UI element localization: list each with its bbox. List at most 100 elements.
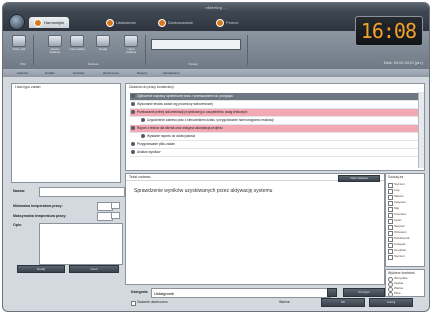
task-type-list-header: Lista typu zadań	[15, 85, 41, 89]
editor-tab-button[interactable]: Opis zadania	[338, 175, 380, 182]
tab-harmonijek[interactable]: Harmonijek	[29, 17, 70, 28]
subtab-kontakty[interactable]: Kontakty	[73, 71, 85, 75]
task-icon	[141, 134, 145, 138]
month-checkbox[interactable]	[388, 249, 393, 254]
month-checkbox[interactable]	[388, 237, 393, 242]
cancel-button[interactable]: Anuluj	[369, 298, 413, 307]
task-row[interactable]: Przygotowanie pliku zadań	[130, 141, 423, 149]
task-row-text: Uzgodnienie zakresu prac z kierownikiem …	[147, 118, 274, 122]
new-file-icon	[12, 35, 26, 47]
desc-field[interactable]	[39, 223, 123, 265]
month-checkbox[interactable]	[388, 183, 393, 188]
month-checkbox[interactable]	[388, 213, 393, 218]
month-label: Marzec	[394, 194, 404, 198]
add-type-button[interactable]: Dodaj	[17, 265, 65, 273]
group-label-files: Pliki	[20, 62, 26, 66]
context-radio[interactable]	[388, 292, 393, 297]
tab-ustawienia[interactable]: Ustawienia	[101, 17, 141, 28]
category-field[interactable]	[151, 288, 331, 298]
clock-time: 16:08	[360, 19, 417, 43]
button-label: Nowy plik	[12, 47, 26, 51]
task-icon	[131, 110, 135, 114]
tab-pomoc[interactable]: Pomoc	[211, 17, 243, 28]
tab-label: Harmonijek	[44, 20, 65, 25]
month-label: Czerwiec	[394, 212, 407, 216]
task-type-list[interactable]: Lista typu zadań	[11, 83, 121, 183]
task-icon	[131, 142, 135, 146]
name-field[interactable]	[39, 187, 125, 197]
task-list-button[interactable]: Lista zadań	[69, 35, 85, 57]
month-label: Maj	[394, 206, 399, 210]
month-checkbox[interactable]	[388, 255, 393, 260]
min-temp-stepper[interactable]	[111, 202, 120, 209]
month-checkbox[interactable]	[388, 219, 393, 224]
search-input[interactable]	[151, 39, 241, 50]
task-row[interactable]: Analiza wyników	[130, 149, 423, 157]
month-label: Październik	[394, 236, 410, 240]
task-list-scrollbar[interactable]	[418, 92, 424, 168]
task-icon	[131, 126, 135, 130]
done-label: Zadanie ukończono	[137, 300, 168, 304]
new-file-button[interactable]: Nowy plik	[11, 35, 27, 57]
task-row[interactable]: Przekazanie pełnej dokumentacji projekto…	[130, 109, 423, 117]
month-checkbox[interactable]	[388, 201, 393, 206]
priority-button[interactable]: Priorytet	[343, 288, 385, 297]
save-collection-button[interactable]: Zapisz kolekcje	[47, 35, 63, 57]
month-checkbox[interactable]	[388, 207, 393, 212]
tab-dostosowanie[interactable]: Dostosowanie	[153, 17, 198, 28]
app-menu-orb-icon[interactable]	[9, 14, 25, 30]
task-row[interactable]: Wykonanie testów zadań wg procedury wdro…	[130, 101, 423, 109]
context-label: Ważne	[394, 286, 404, 290]
task-row[interactable]: Zgłoszenie naprawy systemowej wraz z prz…	[130, 93, 423, 101]
month-checkbox[interactable]	[388, 195, 393, 200]
month-label: Kwiecień	[394, 200, 407, 204]
subtab-zadania[interactable]: Zadania	[17, 71, 28, 75]
month-label: Grudzień	[394, 248, 407, 252]
month-label: Sierpień	[394, 224, 406, 228]
subtab-zarzadzanie[interactable]: Zarządzanie	[163, 71, 180, 75]
month-checkbox[interactable]	[388, 225, 393, 230]
month-checkbox[interactable]	[388, 231, 393, 236]
task-list-panel: Zadania do pracy konstrukcji Zgłoszenie …	[125, 83, 425, 171]
month-label: Wrzesień	[394, 230, 407, 234]
delete-type-button[interactable]: Usuń	[69, 265, 119, 273]
category-label: Kategoria:	[131, 290, 149, 294]
task-editor[interactable]: Tekst zadania Opis zadania Sprawdzenie w…	[125, 173, 385, 285]
category-dropdown-button[interactable]	[327, 288, 337, 297]
save-icon	[48, 35, 62, 47]
add-icon	[96, 35, 110, 47]
task-row-text: Analiza wyników	[137, 150, 161, 154]
max-temp-stepper[interactable]	[111, 212, 120, 219]
done-checkbox[interactable]	[131, 301, 136, 306]
add-task-button[interactable]: Dodaj	[95, 35, 111, 57]
subtab-raporty[interactable]: Raporty	[137, 71, 148, 75]
delete-task-button[interactable]: Usuń zadanie	[123, 35, 139, 57]
button-label: Dodaj	[99, 47, 107, 51]
sub-tabs: Zadania Notatki Kontakty Wydarzenia Rapo…	[3, 69, 429, 77]
task-icon	[131, 102, 135, 106]
editor-content[interactable]: Sprawdzenie wyników uzyskiwanych przez a…	[134, 188, 272, 194]
tab-dostosowanie-icon	[158, 18, 166, 27]
title-bar: eMeeting ...	[3, 3, 429, 13]
tab-harmonijek-icon	[34, 18, 42, 27]
task-row-text: Wysłanie raportu do działu jakości	[147, 134, 196, 138]
context-label: Wszystkie	[394, 276, 408, 280]
task-row[interactable]: Raport z testów dla klienta oraz wstępna…	[130, 125, 423, 133]
task-row-text: Przygotowanie pliku zadań	[137, 142, 175, 146]
task-row[interactable]: Wysłanie raportu do działu jakości	[140, 133, 423, 141]
context-label: Zwykłe	[394, 281, 404, 285]
subtab-wydarzenia[interactable]: Wydarzenia	[103, 71, 119, 75]
tab-label: Ustawienia	[116, 20, 136, 25]
month-checkbox[interactable]	[388, 243, 393, 248]
progress-label: Ważne	[279, 300, 290, 304]
task-row[interactable]: Uzgodnienie zakresu prac z kierownikiem …	[140, 117, 423, 125]
task-row-text: Raport z testów dla klienta oraz wstępna…	[137, 126, 223, 130]
subtab-notatki[interactable]: Notatki	[45, 71, 54, 75]
month-label: Styczeń	[394, 182, 405, 186]
ok-button[interactable]: OK	[321, 298, 365, 307]
tab-label: Pomoc	[226, 20, 239, 25]
context-label: Pilne	[394, 291, 401, 295]
month-checkbox[interactable]	[388, 189, 393, 194]
window-title: eMeeting ...	[205, 5, 227, 10]
task-row-text: Przekazanie pełnej dokumentacji projekto…	[137, 110, 248, 114]
